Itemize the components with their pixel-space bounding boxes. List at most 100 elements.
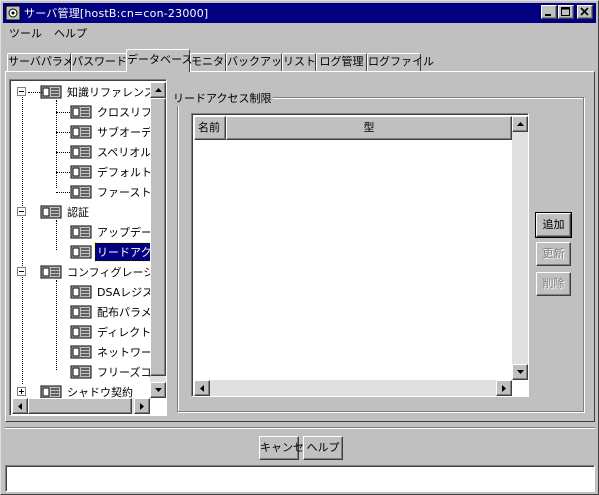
scroll-left-button[interactable] [194, 380, 210, 396]
tree-node-authentication[interactable]: 認証 [16, 202, 91, 222]
close-icon [580, 7, 589, 16]
tree-node-read-access-control[interactable]: リードアクセス制限 [50, 242, 152, 262]
minimize-icon [545, 14, 551, 16]
entry-node-icon [70, 165, 92, 179]
tree-node-knowledge-reference[interactable]: 知識リファレンス [16, 82, 152, 102]
entry-node-icon [70, 285, 92, 299]
app-icon [5, 5, 21, 21]
entry-node-icon [70, 345, 92, 359]
tree-node-update-access-control[interactable]: アップデートアクセス制限 [50, 222, 152, 242]
help-button[interactable]: ヘルプ [303, 436, 343, 460]
database-tree[interactable]: 知識リファレンス クロスリファレンス サブオーディネートリファレンス スペリオル… [9, 79, 167, 416]
column-header-type[interactable]: 型 [226, 116, 512, 140]
entry-node-icon [70, 365, 92, 379]
entry-node-icon [70, 105, 92, 119]
tree-node-network-parameters[interactable]: ネットワークパラメタ [50, 342, 152, 362]
maximize-icon [561, 7, 570, 16]
tree-node-configuration[interactable]: コンフィグレーション [16, 262, 152, 282]
access-control-table[interactable]: 名前 型 [191, 113, 529, 397]
table-horizontal-scrollbar[interactable] [194, 380, 512, 396]
tab-log-file[interactable]: ログファイル [367, 53, 434, 71]
application-window: サーバ管理[hostB:cn=con-23000] ツール ヘルプ サーバパラメ… [0, 0, 599, 495]
tree-node-shadow-agreement[interactable]: シャドウ契約 [16, 382, 135, 398]
tree-node-freeze-config[interactable]: フリーズコンフィグ [50, 362, 152, 382]
title-bar[interactable]: サーバ管理[hostB:cn=con-23000] [3, 3, 596, 23]
tree-node-label: コンフィグレーション [67, 266, 152, 279]
tab-database[interactable]: データベース [126, 49, 192, 72]
tree-node-superior-reference[interactable]: スペリオルリファレンス [50, 142, 152, 162]
tree-node-first-level-reference[interactable]: ファーストレベルリファレンス [50, 182, 152, 202]
tab-restore[interactable]: リストア [282, 53, 327, 71]
collapse-icon[interactable] [17, 207, 26, 216]
tab-log-management[interactable]: ログ管理 [316, 53, 367, 71]
tree-node-label-selected: リードアクセス制限 [93, 242, 152, 262]
tree-node-directory-config[interactable]: ディレクトリコンフィグ [50, 322, 152, 342]
tree-node-label: スペリオルリファレンス [97, 146, 152, 159]
tab-password[interactable]: パスワード [71, 53, 128, 71]
window-title: サーバ管理[hostB:cn=con-23000] [24, 7, 209, 20]
folder-node-icon [40, 205, 62, 219]
tab-server-parameters[interactable]: サーバパラメタ [7, 53, 85, 71]
tree-node-subordinate-reference[interactable]: サブオーディネートリファレンス [50, 122, 152, 142]
collapse-icon[interactable] [17, 87, 26, 96]
tree-node-label: ネットワークパラメタ [97, 346, 152, 359]
tree-horizontal-scrollbar[interactable] [12, 398, 150, 414]
scroll-thumb[interactable] [28, 398, 132, 414]
tree-node-label: シャドウ契約 [67, 386, 133, 398]
close-button[interactable] [577, 5, 593, 19]
add-button[interactable]: 追加 [535, 212, 572, 238]
tab-backup[interactable]: バックアップ [226, 53, 293, 71]
entry-node-icon [70, 305, 92, 319]
scroll-right-button[interactable] [496, 380, 512, 396]
entry-node-icon [70, 185, 92, 199]
tree-node-dsa-registry[interactable]: DSAレジストリ [50, 282, 152, 302]
group-title: リードアクセス制限 [171, 90, 274, 106]
scroll-up-button[interactable] [150, 82, 166, 98]
tab-monitor[interactable]: モニター [190, 53, 235, 71]
arrow-right-icon [140, 403, 144, 410]
tree-node-default-reference[interactable]: デフォルトリファレンス [50, 162, 152, 182]
entry-node-icon [70, 245, 92, 259]
menu-bar: ツール ヘルプ [3, 23, 93, 43]
folder-node-icon [40, 85, 62, 99]
entry-node-icon [70, 125, 92, 139]
minimize-button[interactable] [541, 5, 557, 19]
status-bar [5, 465, 595, 492]
entry-node-icon [70, 145, 92, 159]
tree-node-distribution-parameters[interactable]: 配布パラメタ [50, 302, 152, 322]
menu-help[interactable]: ヘルプ [48, 25, 93, 41]
entry-node-icon [70, 225, 92, 239]
arrow-down-icon [517, 370, 524, 374]
collapse-icon[interactable] [17, 267, 26, 276]
tree-node-label: サブオーディネートリファレンス [97, 126, 152, 139]
tree-node-label: DSAレジストリ [97, 286, 152, 299]
table-vertical-scrollbar[interactable] [512, 116, 528, 380]
tree-node-label: 配布パラメタ [97, 306, 152, 319]
tree-node-label: 認証 [67, 206, 89, 219]
scroll-down-button[interactable] [150, 382, 166, 398]
cancel-button[interactable]: キャンセル [259, 436, 315, 460]
scroll-right-button[interactable] [134, 398, 150, 414]
table-header: 名前 型 [194, 116, 512, 140]
scroll-left-button[interactable] [12, 398, 28, 414]
scroll-down-button[interactable] [512, 364, 528, 380]
tree-node-label: 知識リファレンス [67, 86, 152, 99]
tree-vertical-scrollbar[interactable] [150, 82, 166, 398]
tree-node-label: クロスリファレンス [97, 106, 152, 119]
menu-tools[interactable]: ツール [3, 25, 48, 41]
arrow-left-icon [200, 385, 204, 392]
maximize-button[interactable] [558, 5, 574, 19]
tree-node-cross-reference[interactable]: クロスリファレンス [50, 102, 152, 122]
update-button[interactable]: 更新 [536, 242, 571, 266]
tree-node-label: アップデートアクセス制限 [97, 226, 152, 239]
expand-icon[interactable] [17, 387, 26, 396]
tree-node-label: ファーストレベルリファレンス [97, 186, 152, 199]
scroll-up-button[interactable] [512, 116, 528, 132]
arrow-right-icon [502, 385, 506, 392]
delete-button[interactable]: 削除 [536, 272, 571, 296]
separator [5, 427, 595, 429]
tree-node-label: ディレクトリコンフィグ [97, 326, 152, 339]
folder-node-icon [40, 265, 62, 279]
scroll-thumb[interactable] [150, 98, 166, 376]
column-header-name[interactable]: 名前 [194, 116, 226, 140]
